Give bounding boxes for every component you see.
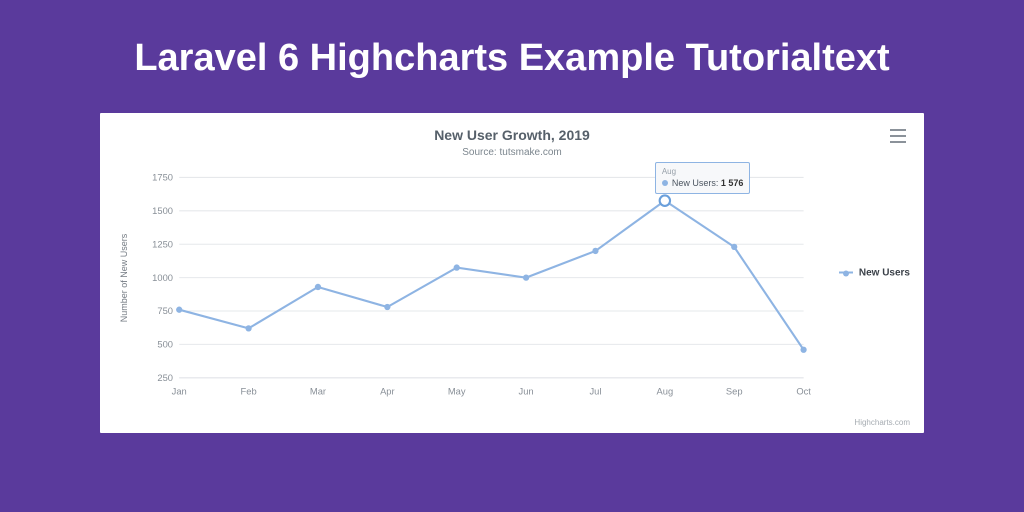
svg-text:Jan: Jan [172, 385, 187, 396]
hamburger-icon[interactable] [890, 129, 906, 143]
svg-text:Oct: Oct [796, 385, 811, 396]
svg-text:Jun: Jun [519, 385, 534, 396]
credit-link[interactable]: Highcharts.com [854, 418, 910, 427]
tooltip-month: Aug [662, 167, 744, 177]
page-title: Laravel 6 Highcharts Example Tutorialtex… [0, 0, 1024, 103]
chart-card: New User Growth, 2019 Source: tutsmake.c… [100, 113, 924, 433]
tooltip: Aug New Users: 1 576 [655, 162, 751, 194]
svg-text:Sep: Sep [726, 385, 743, 396]
svg-text:1250: 1250 [152, 238, 173, 249]
svg-text:Feb: Feb [241, 385, 257, 396]
svg-text:Apr: Apr [380, 385, 395, 396]
tooltip-dot-icon [662, 180, 668, 186]
chart-subtitle: Source: tutsmake.com [112, 147, 912, 158]
chart-title: New User Growth, 2019 [112, 127, 912, 143]
svg-text:750: 750 [157, 305, 173, 316]
svg-text:1500: 1500 [152, 204, 173, 215]
y-axis-label: Number of New Users [119, 233, 129, 322]
svg-text:Jul: Jul [589, 385, 601, 396]
svg-text:Mar: Mar [310, 385, 326, 396]
svg-text:May: May [448, 385, 466, 396]
tooltip-value: 1 576 [721, 178, 744, 188]
svg-text:250: 250 [157, 371, 173, 382]
tooltip-series: New Users [672, 178, 716, 188]
svg-text:1750: 1750 [152, 171, 173, 182]
svg-text:Aug: Aug [657, 385, 674, 396]
line-chart-svg: 250 500 750 1000 1250 1500 1750 Jan Feb Mar Apr Ma… [148, 169, 814, 401]
svg-text:1000: 1000 [152, 271, 173, 282]
legend-swatch-icon [839, 272, 853, 274]
plot-area: 250 500 750 1000 1250 1500 1750 Jan Feb Mar Apr Ma… [148, 169, 814, 401]
svg-text:500: 500 [157, 338, 173, 349]
legend-label: New Users [859, 267, 910, 278]
legend[interactable]: New Users [839, 267, 910, 278]
